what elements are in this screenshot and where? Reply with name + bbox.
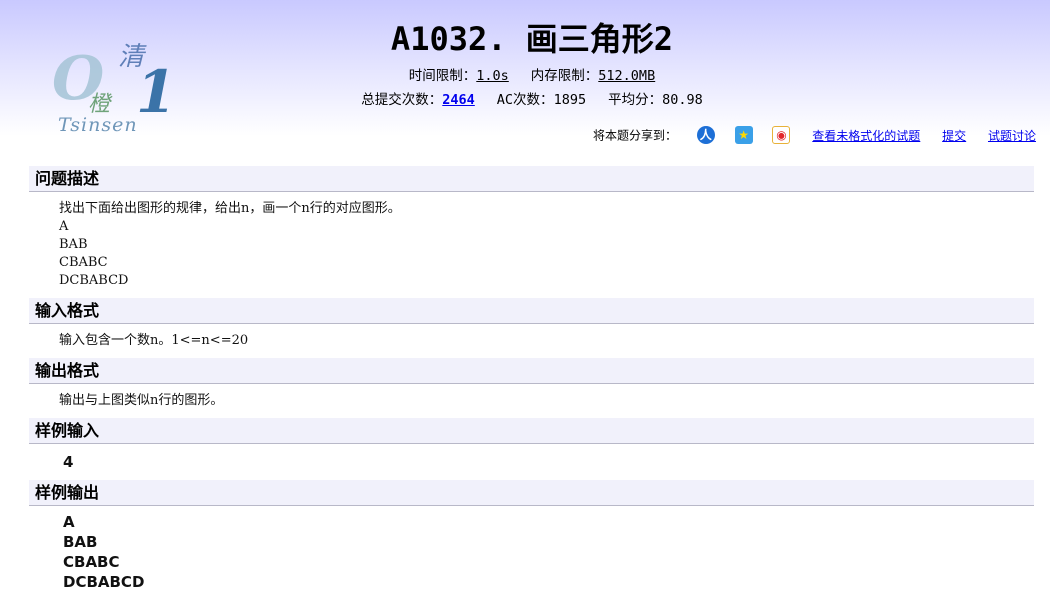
section-output-format-title: 输出格式: [29, 358, 1034, 384]
description-line: DCBABCD: [59, 273, 129, 288]
section-sample-input-title: 样例输入: [29, 418, 1034, 444]
share-bar: 将本题分享到： 人 ★ ◉ 查看未格式化的试题 提交 试题讨论: [593, 126, 1036, 144]
page-header: O 1 清 橙 Tsinsen A1032. 画三角形2 时间限制：1.0s 内存…: [0, 0, 1050, 160]
submit-link[interactable]: 提交: [942, 129, 966, 143]
time-limit-value: 1.0s: [476, 68, 509, 84]
section-sample-output-title: 样例输出: [29, 480, 1034, 506]
sample-output-line: DCBABCD: [63, 573, 145, 591]
average-value: 80.98: [662, 92, 703, 108]
sample-output-line: A: [63, 513, 75, 531]
problem-title: A1032. 画三角形2: [390, 20, 674, 58]
limits-line: 时间限制：1.0s 内存限制：512.0MB: [0, 64, 1050, 84]
description-body: 找出下面给出图形的规律，给出n，画一个n行的对应图形。 A BAB CBABC …: [59, 200, 401, 290]
sample-output-line: CBABC: [63, 553, 120, 571]
memory-limit-value: 512.0MB: [598, 68, 656, 84]
sample-output-block: A BAB CBABC DCBABCD: [63, 512, 144, 592]
description-line: 找出下面给出图形的规律，给出n，画一个n行的对应图形。: [59, 201, 401, 216]
sample-input-block: 4: [63, 452, 73, 472]
submissions-label: 总提交次数：: [361, 92, 443, 108]
logo-text: Tsinsen: [58, 114, 138, 136]
description-line: CBABC: [59, 255, 108, 270]
share-label: 将本题分享到：: [592, 128, 677, 143]
time-limit-label: 时间限制：: [408, 68, 477, 84]
submissions-link[interactable]: 2464: [442, 92, 475, 108]
ac-value: 1895: [553, 92, 587, 108]
sample-output-line: BAB: [63, 533, 98, 551]
average-label: 平均分：: [608, 92, 663, 108]
section-description-title: 问题描述: [29, 166, 1034, 192]
ac-label: AC次数：: [496, 92, 554, 108]
stats-line: 总提交次数：2464 AC次数：1895 平均分：80.98: [0, 88, 1050, 108]
output-format-text: 输出与上图类似n行的图形。: [59, 393, 224, 408]
discussion-link[interactable]: 试题讨论: [988, 129, 1036, 143]
description-line: BAB: [59, 237, 88, 252]
weibo-icon[interactable]: ◉: [772, 126, 791, 144]
input-format-text: 输入包含一个数n。1<=n<=20: [59, 333, 249, 348]
section-input-format-title: 输入格式: [29, 298, 1034, 324]
renren-icon[interactable]: 人: [696, 126, 715, 144]
description-line: A: [59, 219, 69, 234]
qzone-icon[interactable]: ★: [734, 126, 753, 144]
sample-input-line: 4: [63, 453, 74, 471]
view-unformatted-link[interactable]: 查看未格式化的试题: [812, 129, 920, 143]
memory-limit-label: 内存限制：: [530, 68, 599, 84]
